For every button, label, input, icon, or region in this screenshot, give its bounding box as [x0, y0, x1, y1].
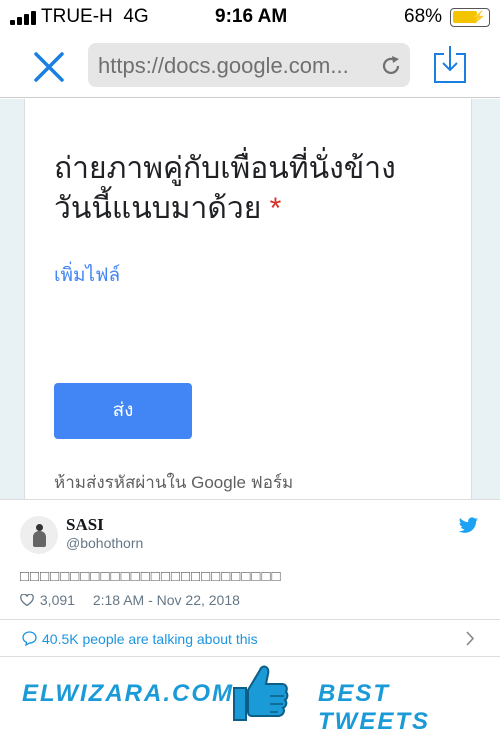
talking-count: 40.5K people are talking about this — [42, 631, 258, 647]
submit-button[interactable]: ส่ง — [54, 383, 192, 439]
thumbs-up-icon — [233, 665, 289, 721]
heart-icon[interactable] — [20, 594, 34, 606]
question-line-2: วันนี้แนบมาด้วย — [54, 192, 262, 225]
add-file-link[interactable]: เพิ่มไฟล์ — [54, 260, 120, 290]
download-icon[interactable] — [433, 46, 467, 84]
comment-icon — [22, 631, 37, 646]
tweet-text: □□□□□□□□□□□□□□□□□□□□□□□□□□ — [20, 568, 282, 585]
clock: 9:16 AM — [215, 6, 288, 27]
carrier-label: TRUE-H 4G — [41, 6, 149, 27]
display-name[interactable]: SASI — [66, 515, 104, 535]
tweet-meta: 3,091 2:18 AM - Nov 22, 2018 — [20, 592, 240, 608]
browser-toolbar: https://docs.google.com... — [0, 34, 500, 98]
password-warning: ห้ามส่งรหัสผ่านใน Google ฟอร์ม — [54, 473, 294, 492]
web-content: ถ่ายภาพคู่กับเพื่อนที่นั่งข้าง วันนี้แนบ… — [0, 99, 500, 499]
signal-icon — [10, 11, 40, 25]
url-text: https://docs.google.com... — [98, 53, 349, 78]
battery-percent: 68% — [404, 6, 443, 27]
brand-tagline: BEST TWEETS — [318, 680, 430, 735]
tweet-timestamp[interactable]: 2:18 AM - Nov 22, 2018 — [93, 592, 240, 608]
required-mark: * — [269, 192, 282, 225]
network-label: 4G — [123, 6, 149, 27]
question-line-1: ถ่ายภาพคู่กับเพื่อนที่นั่งข้าง — [54, 152, 396, 185]
battery-icon: ⚡ — [450, 8, 490, 27]
brand-footer: ELWIZARA.COM BEST TWEETS — [0, 658, 500, 735]
conversation-link[interactable]: 40.5K people are talking about this — [0, 619, 500, 657]
reload-icon[interactable] — [380, 55, 402, 77]
address-bar[interactable]: https://docs.google.com... — [88, 43, 410, 87]
like-count: 3,091 — [39, 592, 75, 608]
twitter-bird-icon[interactable] — [458, 517, 479, 535]
question-title: ถ่ายภาพคู่กับเพื่อนที่นั่งข้าง วันนี้แนบ… — [54, 149, 454, 229]
screenshot-frame: TRUE-H 4G 9:16 AM 68% ⚡ https://docs.goo… — [0, 0, 500, 735]
tweet-card: SASI @bohothorn □□□□□□□□□□□□□□□□□□□□□□□□… — [0, 499, 500, 619]
user-handle[interactable]: @bohothorn — [66, 535, 143, 551]
avatar[interactable] — [20, 516, 58, 554]
charging-icon: ⚡ — [471, 10, 486, 24]
status-bar: TRUE-H 4G 9:16 AM 68% ⚡ — [0, 0, 500, 34]
close-icon[interactable] — [33, 51, 65, 83]
chevron-right-icon — [466, 631, 475, 646]
brand-site-name: ELWIZARA.COM — [22, 680, 234, 707]
